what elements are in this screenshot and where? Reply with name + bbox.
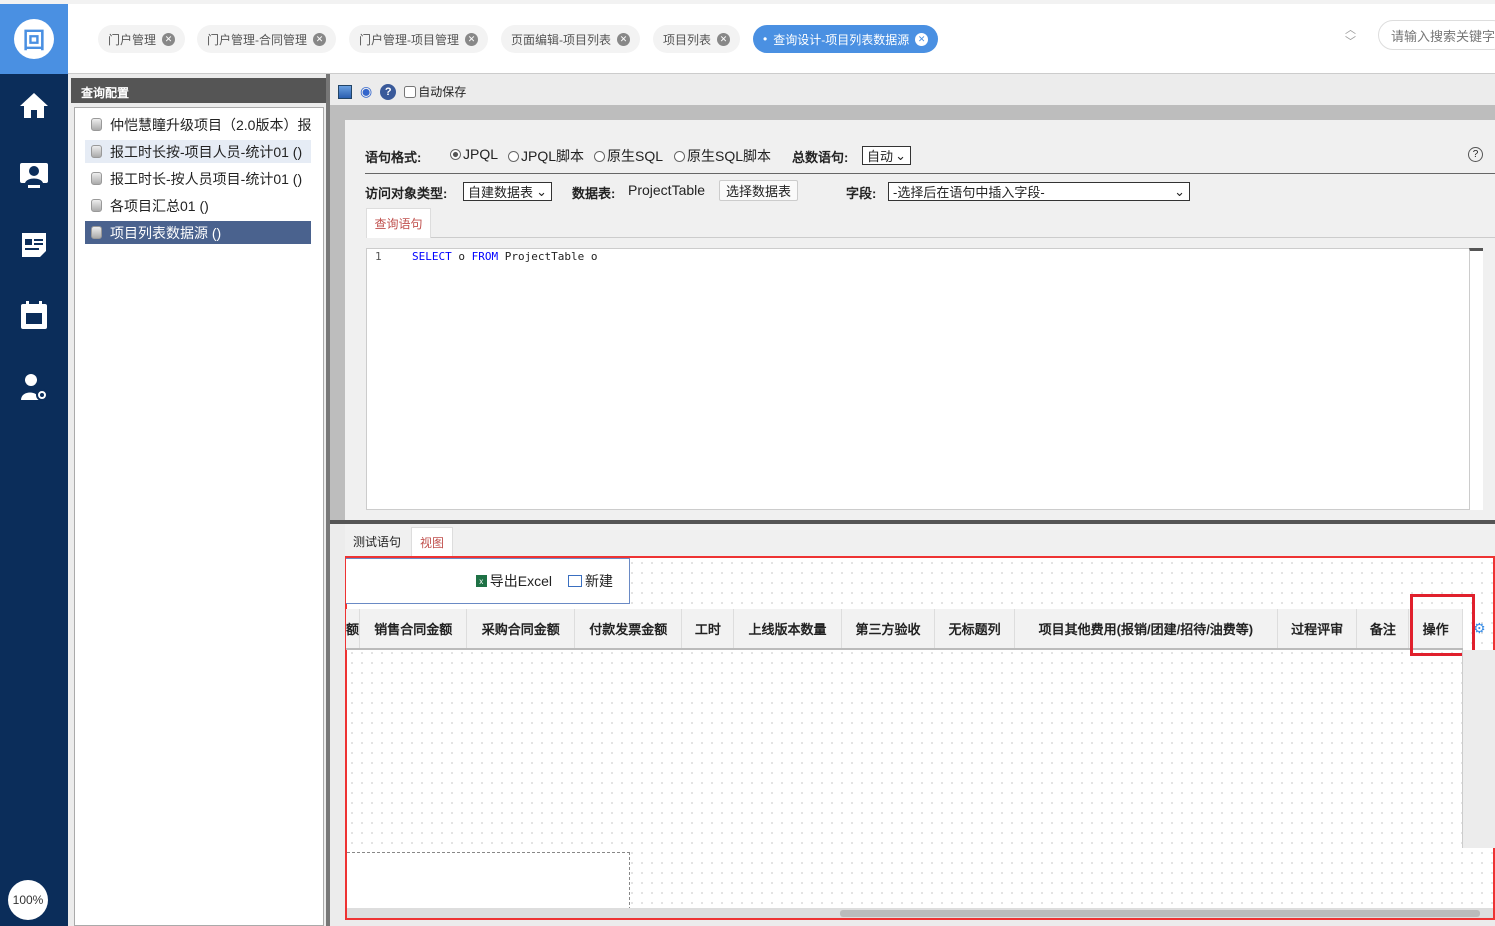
radio-native-sql-script[interactable]: 原生SQL脚本 (674, 146, 771, 166)
format-label: 语句格式: (365, 150, 422, 165)
tab-label: 门户管理-合同管理 (207, 32, 307, 47)
help-icon[interactable]: ? (380, 83, 397, 100)
item-label: 项目列表数据源 () (110, 224, 222, 241)
column-header[interactable]: 上线版本数量 (734, 609, 842, 648)
tab-query-statement[interactable]: 查询语句 (366, 208, 431, 238)
column-header[interactable]: 项目其他费用(报销/团建/招待/油费等) (1015, 609, 1278, 648)
database-icon (91, 172, 102, 185)
zoom-level[interactable]: 100% (8, 880, 48, 920)
table-label: 数据表: (572, 186, 616, 201)
tab-view[interactable]: 视图 (411, 527, 454, 556)
toolbar: ◉ ? 自动保存 (330, 78, 1495, 105)
search-input[interactable]: 请输入搜索关键字 (1378, 20, 1495, 50)
item-label: 报工时长按-项目人员-统计01 () (110, 143, 303, 160)
new-doc-icon (568, 575, 582, 587)
bottom-tabs: 测试语句 视图 (345, 524, 1495, 556)
column-header[interactable]: 工时 (682, 609, 735, 648)
left-panel-title: 查询配置 (71, 78, 327, 103)
tab-label: 门户管理 (108, 32, 157, 47)
designer-toolbar: x 导出Excel 新建 (346, 558, 630, 604)
table-header: 额 销售合同金额 采购合同金额 付款发票金额 工时 上线版本数量 第三方验收 无… (346, 609, 1463, 650)
tab-query-design[interactable]: • 查询设计-项目列表数据源 ✕ (753, 25, 939, 53)
item-label: 各项目汇总01 () (110, 197, 209, 214)
column-header[interactable]: 销售合同金额 (360, 609, 468, 648)
editor-scrollbar[interactable] (1469, 248, 1483, 510)
tab-label: 项目列表 (663, 32, 712, 47)
query-list: 仲恺慧瞳升级项目（2.0版本）报工 报工时长按-项目人员-统计01 () 报工时… (74, 107, 324, 926)
editor-line: 1 SELECT o FROM ProjectTable o (375, 250, 598, 263)
home-icon[interactable] (0, 85, 68, 125)
field-label: 字段: (846, 186, 877, 201)
close-icon[interactable]: ✕ (465, 32, 478, 46)
field-select[interactable]: -选择后在语句中插入字段- ⌄ (888, 182, 1190, 201)
list-item[interactable]: 仲恺慧瞳升级项目（2.0版本）报工 (85, 113, 311, 136)
logo-icon: 回 (14, 19, 54, 59)
export-excel-button[interactable]: x 导出Excel (475, 571, 552, 591)
list-item[interactable]: 报工时长按-项目人员-统计01 () (85, 140, 311, 163)
database-icon (91, 118, 102, 131)
column-header[interactable]: 采购合同金额 (467, 609, 575, 648)
tab-label: 门户管理-项目管理 (359, 32, 459, 47)
tab-page-edit[interactable]: 页面编辑-项目列表 ✕ (501, 25, 640, 53)
close-icon[interactable]: ✕ (915, 32, 929, 46)
tab-portal-contract[interactable]: 门户管理-合同管理 ✕ (197, 25, 336, 53)
tab-portal[interactable]: 门户管理 ✕ (98, 25, 186, 53)
sidebar (0, 4, 68, 926)
column-header[interactable]: 无标题列 (935, 609, 1015, 648)
calendar-icon[interactable] (0, 295, 68, 335)
scrollbar-thumb[interactable] (840, 910, 1480, 917)
tab-portal-project[interactable]: 门户管理-项目管理 ✕ (349, 25, 488, 53)
app-logo[interactable]: 回 (0, 4, 68, 74)
tab-label: 页面编辑-项目列表 (511, 32, 611, 47)
radio-jpql-script[interactable]: JPQL脚本 (508, 146, 584, 166)
tab-test-statement[interactable]: 测试语句 (345, 527, 409, 556)
database-icon (91, 145, 102, 158)
save-icon[interactable] (338, 84, 352, 99)
choose-table-button[interactable]: 选择数据表 (719, 180, 799, 201)
tab-underline (366, 237, 1495, 238)
column-header[interactable]: 过程评审 (1278, 609, 1358, 648)
target-type-select[interactable]: 自建数据表 ⌄ (463, 182, 552, 201)
autosave-label: 自动保存 (418, 85, 467, 99)
empty-region (347, 852, 630, 910)
target-type-label: 访问对象类型: (365, 186, 448, 201)
column-header[interactable]: 付款发票金额 (575, 609, 683, 648)
tab-label: 查询设计-项目列表数据源 (773, 32, 910, 47)
count-label: 总数语句: (792, 150, 849, 165)
newspaper-icon[interactable] (0, 225, 68, 265)
close-icon[interactable]: ✕ (162, 32, 176, 46)
tab-scroll-arrows[interactable]: ︿ ﹀ (1345, 24, 1356, 48)
tab-project-list[interactable]: 项目列表 ✕ (653, 25, 741, 53)
radio-jpql[interactable]: JPQL (450, 146, 498, 162)
database-icon (91, 226, 102, 239)
sql-editor[interactable] (366, 248, 1483, 510)
excel-icon: x (475, 575, 487, 587)
monitor-user-icon[interactable] (0, 155, 68, 195)
table-value: ProjectTable (628, 182, 706, 198)
radio-native-sql[interactable]: 原生SQL (594, 146, 663, 166)
autosave-checkbox[interactable]: 自动保存 (404, 83, 466, 100)
active-dot: • (763, 32, 768, 46)
list-item-selected[interactable]: 项目列表数据源 () (85, 221, 311, 244)
user-settings-icon[interactable] (0, 367, 68, 407)
divider (365, 173, 1495, 174)
item-label: 报工时长-按人员项目-统计01 () (110, 170, 303, 187)
close-icon[interactable]: ✕ (313, 32, 326, 46)
item-label: 仲恺慧瞳升级项目（2.0版本）报工 (110, 116, 311, 133)
column-header[interactable]: 额 (346, 609, 360, 648)
column-header[interactable]: 备注 (1357, 609, 1410, 648)
vertical-scroll-area[interactable] (1462, 650, 1495, 848)
preview-eye-icon[interactable]: ◉ (360, 83, 372, 100)
column-header[interactable]: 第三方验收 (842, 609, 936, 648)
new-button[interactable]: 新建 (568, 571, 613, 591)
highlight-box (1410, 594, 1475, 656)
help-circle-icon[interactable]: ? (1468, 147, 1483, 162)
list-item[interactable]: 报工时长-按人员项目-统计01 () (85, 167, 311, 190)
count-select[interactable]: 自动 ⌄ (862, 146, 911, 165)
database-icon (91, 199, 102, 212)
close-icon[interactable]: ✕ (617, 32, 630, 46)
close-icon[interactable]: ✕ (717, 32, 731, 46)
tab-bar: 门户管理 ✕ 门户管理-合同管理 ✕ 门户管理-项目管理 ✕ 页面编辑-项目列表 ✕ 项… (68, 4, 1495, 74)
list-item[interactable]: 各项目汇总01 () (85, 194, 311, 217)
